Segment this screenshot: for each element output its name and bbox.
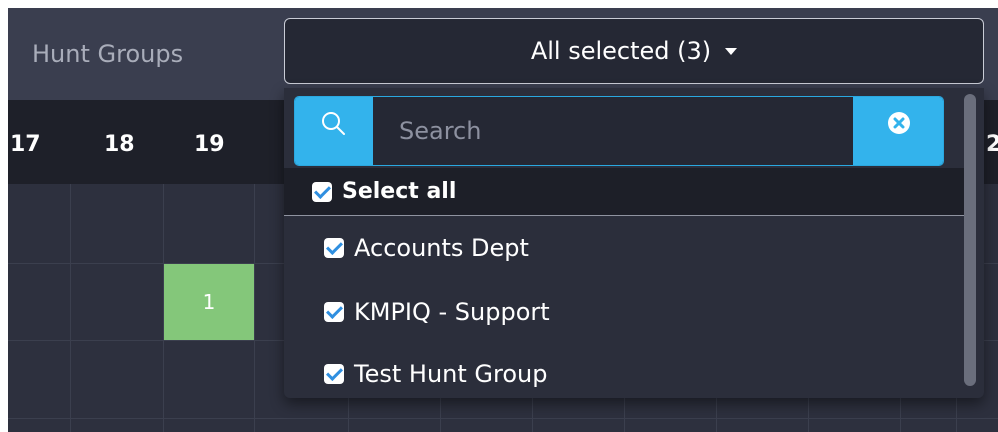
option-checkbox[interactable]	[324, 302, 344, 322]
hour-label-17: 17	[10, 132, 41, 157]
option-checkbox[interactable]	[324, 364, 344, 384]
grid-line	[254, 184, 255, 432]
clear-search-button[interactable]	[853, 97, 943, 165]
option-accounts-dept[interactable]: Accounts Dept	[284, 218, 964, 278]
option-kmpiq-support[interactable]: KMPIQ - Support	[284, 282, 964, 342]
dropdown-button-label: All selected (3)	[530, 37, 712, 65]
hour-label-18: 18	[104, 132, 135, 157]
option-label: KMPIQ - Support	[354, 298, 550, 326]
search-group	[294, 96, 944, 166]
dashboard-panel: Hunt Groups 17 18 19 2 1 All selected (3…	[8, 8, 998, 432]
select-all-checkbox[interactable]	[312, 181, 332, 202]
option-label: Test Hunt Group	[354, 360, 548, 388]
search-input[interactable]	[373, 97, 853, 165]
select-all-option[interactable]: Select all	[284, 168, 964, 216]
hunt-groups-dropdown-button[interactable]: All selected (3)	[284, 18, 984, 84]
heatmap-cell[interactable]: 1	[164, 264, 254, 340]
hour-label-partial: 2	[986, 132, 998, 157]
hour-label-19: 19	[194, 132, 225, 157]
grid-line	[8, 418, 998, 419]
search-icon	[322, 112, 345, 135]
option-checkbox[interactable]	[324, 238, 344, 258]
dropdown-scrollbar[interactable]	[964, 94, 976, 386]
option-test-hunt-group[interactable]: Test Hunt Group	[284, 344, 964, 404]
caret-down-icon	[725, 47, 738, 55]
grid-line	[70, 184, 71, 432]
clear-circle-x-icon	[888, 112, 910, 134]
dropdown-menu: Select all Accounts Dept KMPIQ - Support…	[284, 88, 984, 398]
select-all-label: Select all	[342, 179, 457, 204]
hunt-groups-label: Hunt Groups	[32, 40, 184, 68]
option-label: Accounts Dept	[354, 234, 529, 262]
search-icon-button[interactable]	[295, 97, 373, 165]
